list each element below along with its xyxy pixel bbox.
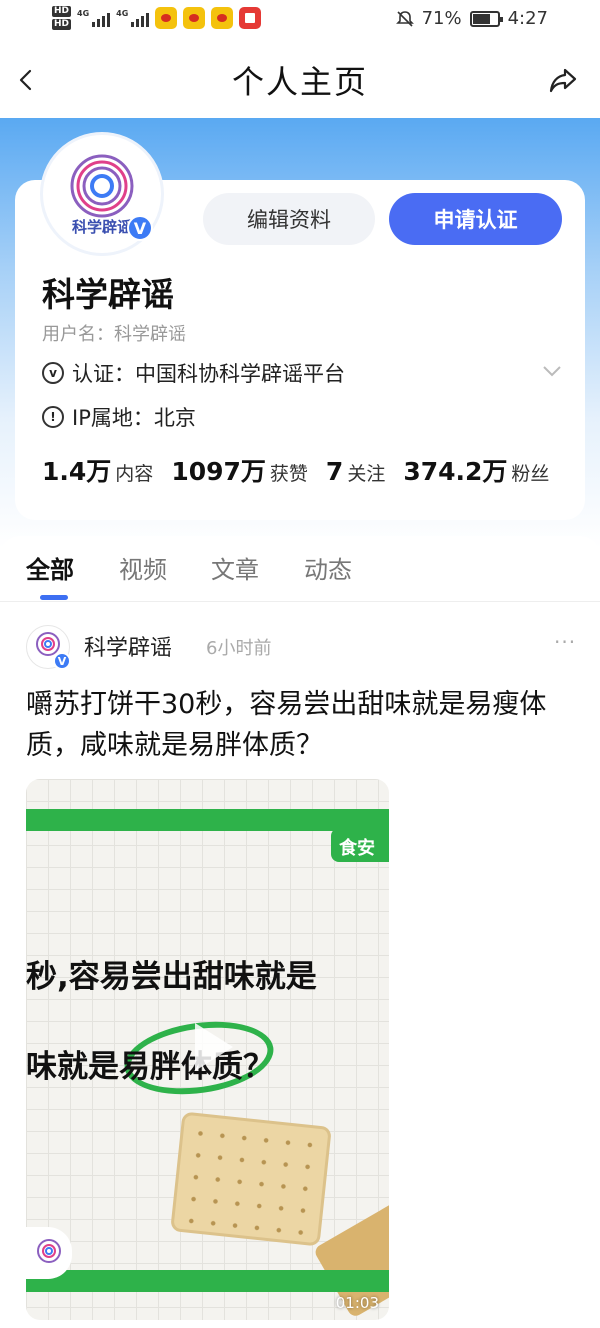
top-nav: 个人主页 [0,44,600,116]
verification-row[interactable]: v 认证：中国科协科学辟谣平台 [42,356,562,390]
weibo-icon [155,7,178,29]
video-banner-bottom [26,1270,389,1292]
profile-stats: 1.4万 内容 1097万 获赞 7 关注 374.2万 粉丝 [42,452,549,488]
page-title: 个人主页 [231,63,368,101]
cracker-image [170,1111,332,1247]
ip-location-text: IP属地：北京 [72,406,196,430]
science-rumor-logo-icon [37,1239,61,1263]
video-duration: 01:03 [335,1294,379,1312]
verification-text: 认证：中国科协科学辟谣平台 [72,362,345,386]
stat-likes[interactable]: 1097万 获赞 [171,452,308,488]
battery-icon [469,10,503,27]
active-tab-indicator [40,595,68,600]
verified-badge-icon: V [53,652,71,670]
svg-text:科学辟谣: 科学辟谣 [72,218,132,236]
post-avatar[interactable]: V [26,625,71,670]
status-bar: HD HD 4G 4G 71% 4:27 [0,0,600,40]
edit-profile-button[interactable]: 编辑资料 [203,193,375,245]
video-tag: 食安 [331,828,389,862]
post-text[interactable]: 嚼苏打饼干30秒，容易尝出甜味就是易瘦体质，咸味就是易胖体质？ [26,684,576,766]
post-author[interactable]: 科学辟谣 [84,630,172,662]
tab-moments[interactable]: 动态 [304,550,352,585]
more-options-icon[interactable]: ··· [554,630,576,654]
username-value: 科学辟谣 [114,324,186,345]
status-left: HD HD 4G 4G [52,6,262,30]
avatar[interactable]: 科学辟谣 V [40,132,164,256]
signal-icon: 4G [77,9,111,27]
hd-icon: HD HD [52,6,72,30]
content-tabs: 全部 视频 文章 动态 [0,536,600,602]
ip-location-row: ! IP属地：北京 [42,402,196,432]
apply-verification-button[interactable]: 申请认证 [389,193,562,245]
username-label: 用户名： [42,324,114,345]
post-time: 6小时前 [206,638,272,659]
tab-all[interactable]: 全部 [26,550,74,585]
signal-icon-2: 4G [116,9,150,27]
share-icon[interactable] [548,66,578,94]
news-app-icon [239,7,262,29]
back-arrow-icon[interactable] [14,66,42,94]
stat-following[interactable]: 7 关注 [326,457,385,486]
info-icon: ! [42,406,64,428]
stat-content[interactable]: 1.4万 内容 [42,452,153,488]
clock: 4:27 [507,8,548,29]
verified-check-icon: v [42,362,64,384]
username: 用户名：科学辟谣 [42,320,186,346]
chevron-down-icon[interactable] [542,364,562,378]
weibo-icon [183,7,206,29]
video-caption-line-1: 秒,容易尝出甜味就是 [26,959,317,995]
video-thumbnail[interactable]: 食安 秒,容易尝出甜味就是 味就是易胖体质？ 01:03 [26,779,389,1320]
verified-badge-icon: V [127,215,153,241]
video-logo [26,1227,72,1279]
video-banner-top [26,809,389,831]
battery-percent: 71% [421,8,462,29]
profile-name: 科学辟谣 [42,275,174,314]
mute-bell-icon [395,10,414,27]
stat-followers[interactable]: 374.2万 粉丝 [403,452,549,488]
tab-video[interactable]: 视频 [119,550,167,585]
weibo-icon [211,7,234,29]
status-right: 71% 4:27 [395,8,548,29]
play-icon[interactable] [189,1019,237,1075]
tab-article[interactable]: 文章 [211,550,259,585]
